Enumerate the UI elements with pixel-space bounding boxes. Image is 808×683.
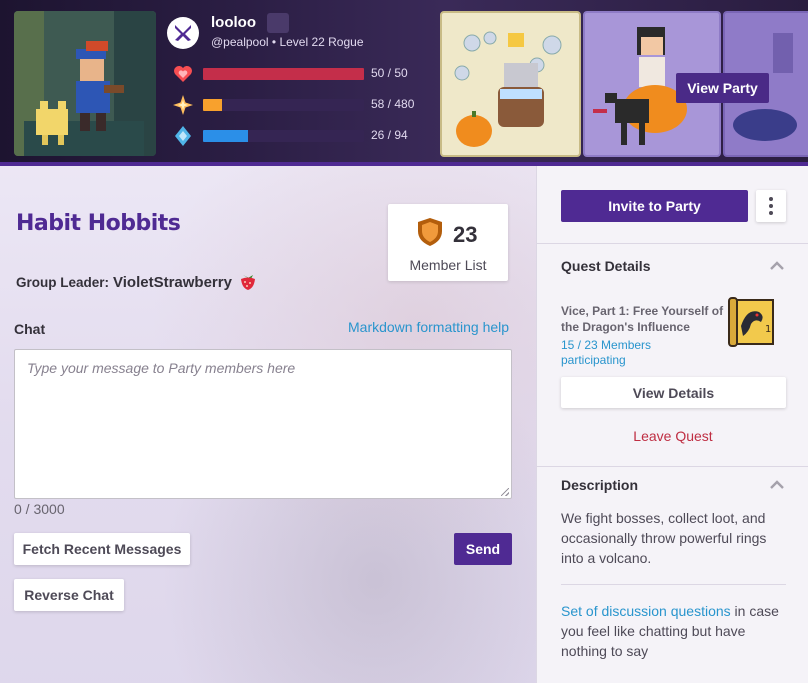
experience-value: 58 / 480 (371, 97, 415, 111)
quest-details-title: Quest Details (561, 258, 651, 274)
group-title: Habit Hobbits (16, 211, 181, 236)
resize-handle-icon[interactable] (501, 488, 509, 496)
group-leader-label: Group Leader: (16, 275, 110, 290)
leave-quest-link[interactable]: Leave Quest (537, 428, 808, 444)
experience-bar-fill (203, 99, 223, 111)
group-leader-name[interactable]: VioletStrawberry (113, 274, 232, 291)
view-details-button[interactable]: View Details (561, 377, 786, 408)
discussion-text: Set of discussion questions in case you … (561, 601, 786, 661)
health-value: 50 / 50 (371, 66, 408, 80)
quest-participants: 15 / 23 Members participating (561, 338, 652, 367)
heart-icon (174, 66, 192, 82)
user-level: Level 22 Rogue (279, 35, 364, 49)
member-list-button[interactable]: 23 Member List (388, 204, 508, 281)
quest-name: Vice, Part 1: Free Yourself of the Drago… (561, 304, 724, 334)
user-handle: @pealpool (211, 35, 269, 49)
svg-text:1: 1 (765, 324, 771, 335)
member-count: 23 (453, 222, 478, 247)
group-sidebar: Invite to Party Quest Details Vice, Part… (536, 166, 808, 683)
header: looloo @pealpool • Level 22 Rogue 50 / 5… (0, 0, 808, 166)
user-subtitle: @pealpool • Level 22 Rogue (211, 35, 364, 49)
experience-bar (203, 99, 364, 111)
discussion-questions-link[interactable]: Set of discussion questions (561, 603, 731, 619)
star-icon (173, 95, 193, 115)
divider (561, 584, 786, 585)
health-bar-fill (203, 68, 364, 80)
user-avatar[interactable] (14, 11, 156, 156)
rogue-class-icon (167, 17, 199, 49)
chevron-up-icon[interactable] (770, 480, 784, 489)
chevron-up-icon[interactable] (770, 261, 784, 270)
strawberry-icon (240, 275, 255, 290)
party-member-card[interactable] (440, 11, 581, 157)
send-button[interactable]: Send (454, 533, 512, 565)
chat-label: Chat (14, 321, 46, 337)
chat-input[interactable]: Type your message to Party members here (14, 349, 512, 499)
health-bar (203, 68, 364, 80)
shield-icon (418, 218, 442, 246)
mana-bar-fill (203, 130, 248, 142)
markdown-help-link[interactable]: Markdown formatting help (348, 319, 509, 335)
mana-crystal-icon (175, 126, 191, 146)
group-description: We fight bosses, collect loot, and occas… (561, 510, 767, 566)
description-title: Description (561, 477, 639, 493)
group-main-panel: Habit Hobbits Group Leader: VioletStrawbe… (0, 166, 536, 683)
character-count: 0 / 3000 (14, 501, 65, 517)
more-options-icon[interactable] (756, 190, 786, 222)
divider (537, 466, 808, 467)
username: looloo (211, 14, 256, 31)
member-list-label: Member List (409, 257, 487, 273)
reverse-chat-button[interactable]: Reverse Chat (14, 579, 124, 611)
invite-to-party-button[interactable]: Invite to Party (561, 190, 748, 222)
health-stat: 50 / 50 (172, 63, 422, 85)
quest-scroll-icon: 1 (728, 297, 774, 347)
divider (537, 243, 808, 244)
experience-stat: 58 / 480 (172, 94, 422, 116)
mana-bar (203, 130, 364, 142)
group-leader: Group Leader: VioletStrawberry (16, 271, 257, 291)
chat-placeholder: Type your message to Party members here (27, 360, 296, 376)
fetch-messages-button[interactable]: Fetch Recent Messages (14, 533, 190, 565)
user-menu-button[interactable] (267, 13, 289, 33)
mana-value: 26 / 94 (371, 128, 408, 142)
view-party-button[interactable]: View Party (676, 73, 769, 103)
mana-stat: 26 / 94 (172, 125, 422, 147)
